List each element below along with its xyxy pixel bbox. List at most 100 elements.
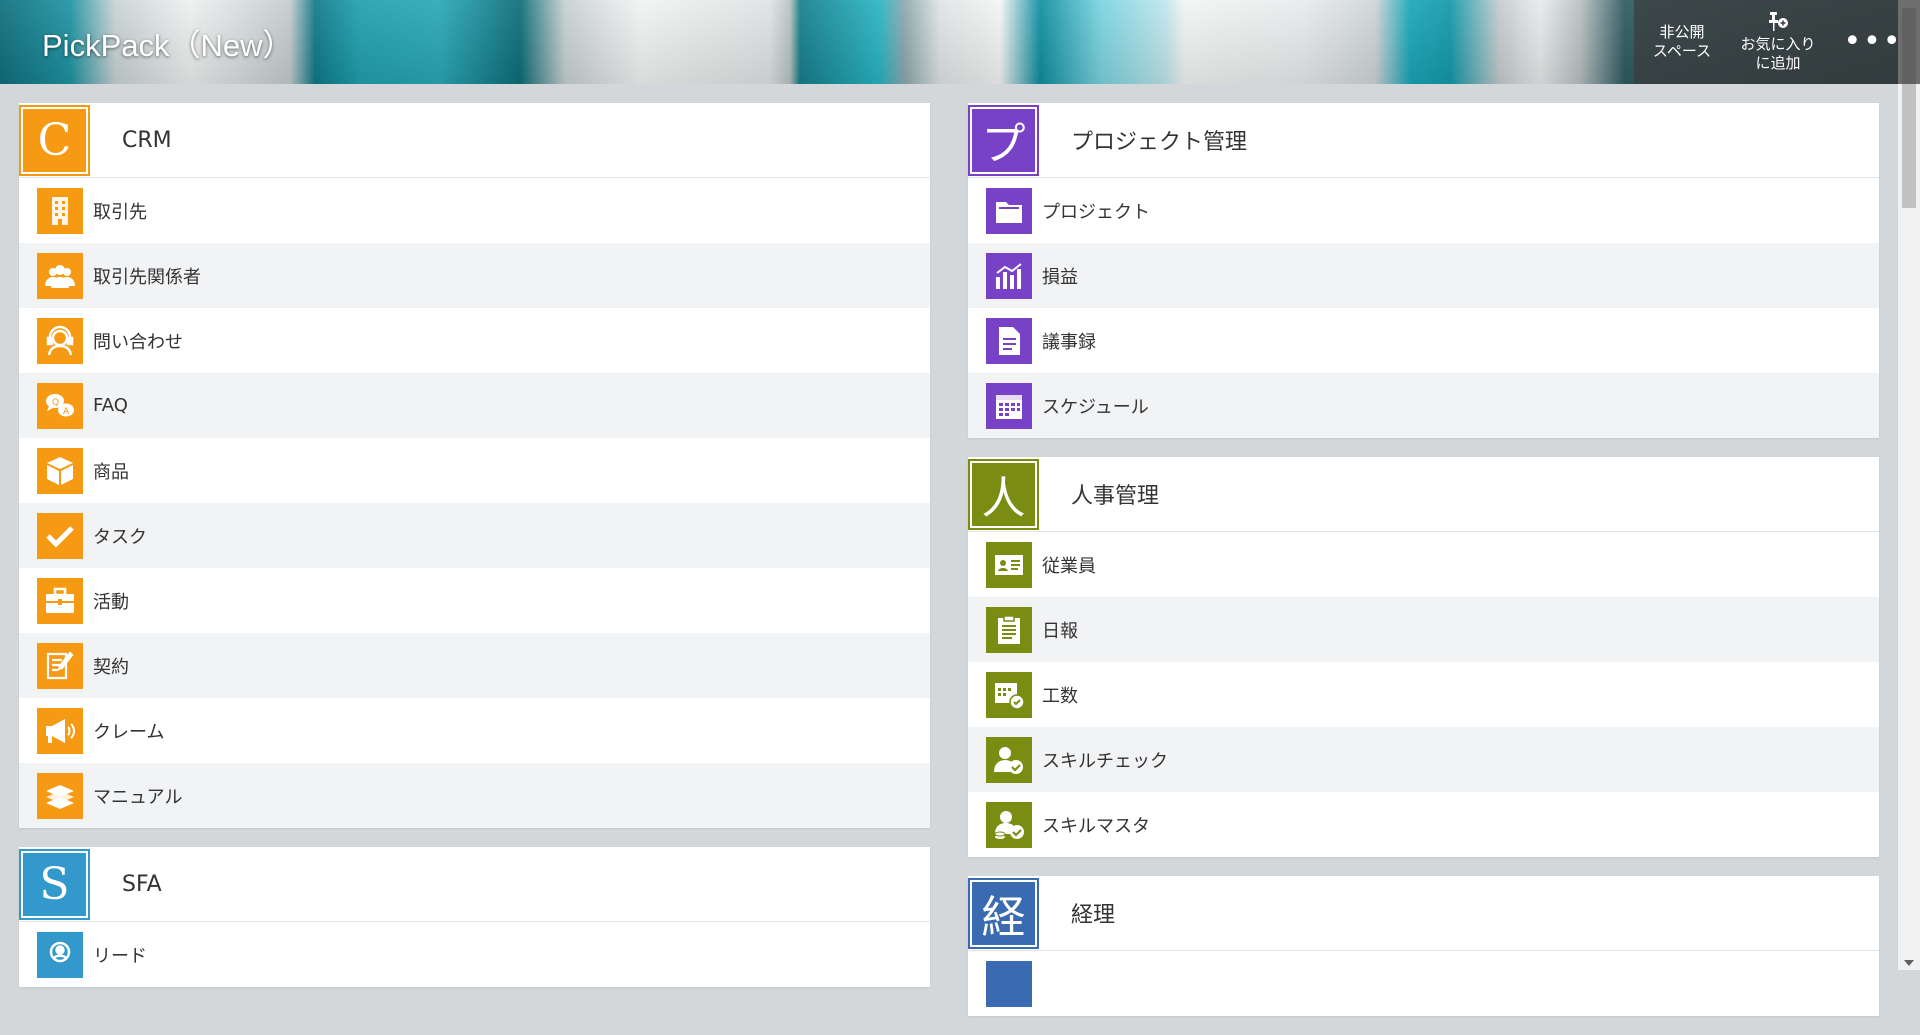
item-label: タスク <box>93 526 147 548</box>
panel-project-management: プ プロジェクト管理 プロジェクト 損益 議事録 スケジュール <box>968 103 1879 438</box>
books-icon <box>37 772 83 819</box>
list-item-employees[interactable]: 従業員 <box>968 532 1879 597</box>
panel-header-project-management[interactable]: プ プロジェクト管理 <box>968 103 1879 178</box>
folder-icon <box>986 187 1032 234</box>
box-icon <box>37 447 83 494</box>
item-label: 従業員 <box>1042 555 1096 577</box>
item-label: プロジェクト <box>1042 201 1150 223</box>
list-item-man-hours[interactable]: 工数 <box>968 662 1879 727</box>
panel-header-accounting[interactable]: 経 経理 <box>968 876 1879 951</box>
scroll-down-arrow-icon[interactable] <box>1904 960 1914 966</box>
left-column: C CRM 取引先 取引先関係者 問い合わせ Q A FAQ 商品 タスク 活動… <box>19 103 930 1006</box>
megaphone-icon <box>37 707 83 754</box>
item-label: 問い合わせ <box>93 331 183 353</box>
qa-bubbles-icon: QA <box>37 382 83 429</box>
list-item-minutes[interactable]: 議事録 <box>968 308 1879 373</box>
crm-app-icon: C <box>19 104 90 176</box>
building-icon <box>37 187 83 234</box>
list-item-contacts[interactable]: 取引先関係者 <box>19 243 930 308</box>
pin-add-icon <box>1769 12 1788 31</box>
add-favorite-label-1: お気に入り <box>1740 35 1816 53</box>
more-menu-button[interactable]: ••• <box>1826 0 1920 84</box>
clipboard-icon <box>986 606 1032 653</box>
list-item-daily-report[interactable]: 日報 <box>968 597 1879 662</box>
bar-chart-icon <box>986 252 1032 299</box>
svg-text:Q: Q <box>52 398 59 408</box>
item-label: 工数 <box>1042 685 1078 707</box>
list-item-accounting-partial[interactable] <box>968 951 1879 1016</box>
list-item-manuals[interactable]: マニュアル <box>19 763 930 828</box>
panel-title: プロジェクト管理 <box>1071 130 1248 155</box>
list-item-complaints[interactable]: クレーム <box>19 698 930 763</box>
app-title: PickPack（New） <box>42 28 294 63</box>
page-scrollbar[interactable] <box>1898 0 1920 970</box>
add-favorite-label-2: に追加 <box>1755 54 1801 72</box>
item-label: スキルチェック <box>1042 750 1168 772</box>
sfa-app-icon: S <box>19 848 90 920</box>
header-toolbar: 非公開 スペース お気に入り に追加 ••• <box>1634 0 1920 84</box>
panel-title: CRM <box>122 127 172 153</box>
list-item-schedule[interactable]: スケジュール <box>968 373 1879 438</box>
private-space-button[interactable]: 非公開 スペース <box>1634 0 1730 84</box>
private-space-label-1: 非公開 <box>1659 23 1705 41</box>
item-label: 日報 <box>1042 620 1078 642</box>
list-item-products[interactable]: 商品 <box>19 438 930 503</box>
list-item-skill-master[interactable]: スキルマスタ <box>968 792 1879 857</box>
list-item-leads[interactable]: リード <box>19 922 930 987</box>
item-label: クレーム <box>93 721 165 743</box>
app-header: PickPack（New） <box>0 0 1898 84</box>
list-item-skill-check[interactable]: スキルチェック <box>968 727 1879 792</box>
project-app-icon: プ <box>968 104 1039 176</box>
people-icon <box>37 252 83 299</box>
panel-hr-management: 人 人事管理 従業員 日報 工数 スキルチェック スキルマスタ <box>968 457 1879 857</box>
svg-text:A: A <box>63 407 70 417</box>
list-item-projects[interactable]: プロジェクト <box>968 178 1879 243</box>
document-pen-icon <box>37 642 83 689</box>
panel-sfa: S SFA リード <box>19 847 930 987</box>
panel-title: SFA <box>122 871 162 897</box>
list-item-profit-loss[interactable]: 損益 <box>968 243 1879 308</box>
item-label: スケジュール <box>1042 396 1149 418</box>
hr-app-icon: 人 <box>968 458 1039 530</box>
panel-title: 人事管理 <box>1071 484 1160 509</box>
calendar-clock-icon <box>986 671 1032 718</box>
item-label: リード <box>93 945 147 967</box>
item-label: 取引先関係者 <box>93 266 201 288</box>
list-item-contracts[interactable]: 契約 <box>19 633 930 698</box>
accounting-app-icon: 経 <box>968 877 1039 949</box>
panel-header-hr-management[interactable]: 人 人事管理 <box>968 457 1879 532</box>
add-favorite-button[interactable]: お気に入り に追加 <box>1730 0 1826 84</box>
briefcase-icon <box>37 577 83 624</box>
list-item-inquiries[interactable]: 問い合わせ <box>19 308 930 373</box>
item-label: FAQ <box>93 395 128 416</box>
item-label: 商品 <box>93 461 129 483</box>
list-item-tasks[interactable]: タスク <box>19 503 930 568</box>
person-coins-check-icon <box>986 801 1032 848</box>
person-check-icon <box>986 736 1032 783</box>
panel-header-sfa[interactable]: S SFA <box>19 847 930 922</box>
item-label: マニュアル <box>93 786 183 808</box>
more-dots-icon: ••• <box>1843 24 1903 59</box>
id-card-icon <box>986 541 1032 588</box>
checkmark-icon <box>37 512 83 559</box>
right-column: プ プロジェクト管理 プロジェクト 損益 議事録 スケジュール 人 人事管理 従… <box>968 103 1879 1035</box>
panel-header-crm[interactable]: C CRM <box>19 103 930 178</box>
item-label: 議事録 <box>1042 331 1096 353</box>
headset-support-icon <box>37 317 83 364</box>
item-label: 活動 <box>93 591 129 613</box>
list-item-faq[interactable]: QA FAQ <box>19 373 930 438</box>
panel-accounting: 経 経理 <box>968 876 1879 1016</box>
panel-crm: C CRM 取引先 取引先関係者 問い合わせ Q A FAQ 商品 タスク 活動… <box>19 103 930 828</box>
list-item-accounts[interactable]: 取引先 <box>19 178 930 243</box>
person-search-icon <box>37 931 83 978</box>
document-icon <box>986 317 1032 364</box>
panel-title: 経理 <box>1071 903 1116 928</box>
item-label: 取引先 <box>93 201 147 223</box>
item-label: スキルマスタ <box>1042 815 1150 837</box>
accounting-item-icon <box>986 960 1032 1007</box>
private-space-label-2: スペース <box>1652 42 1712 60</box>
item-label: 契約 <box>93 656 129 678</box>
list-item-activities[interactable]: 活動 <box>19 568 930 633</box>
item-label: 損益 <box>1042 266 1078 288</box>
calendar-icon <box>986 382 1032 429</box>
